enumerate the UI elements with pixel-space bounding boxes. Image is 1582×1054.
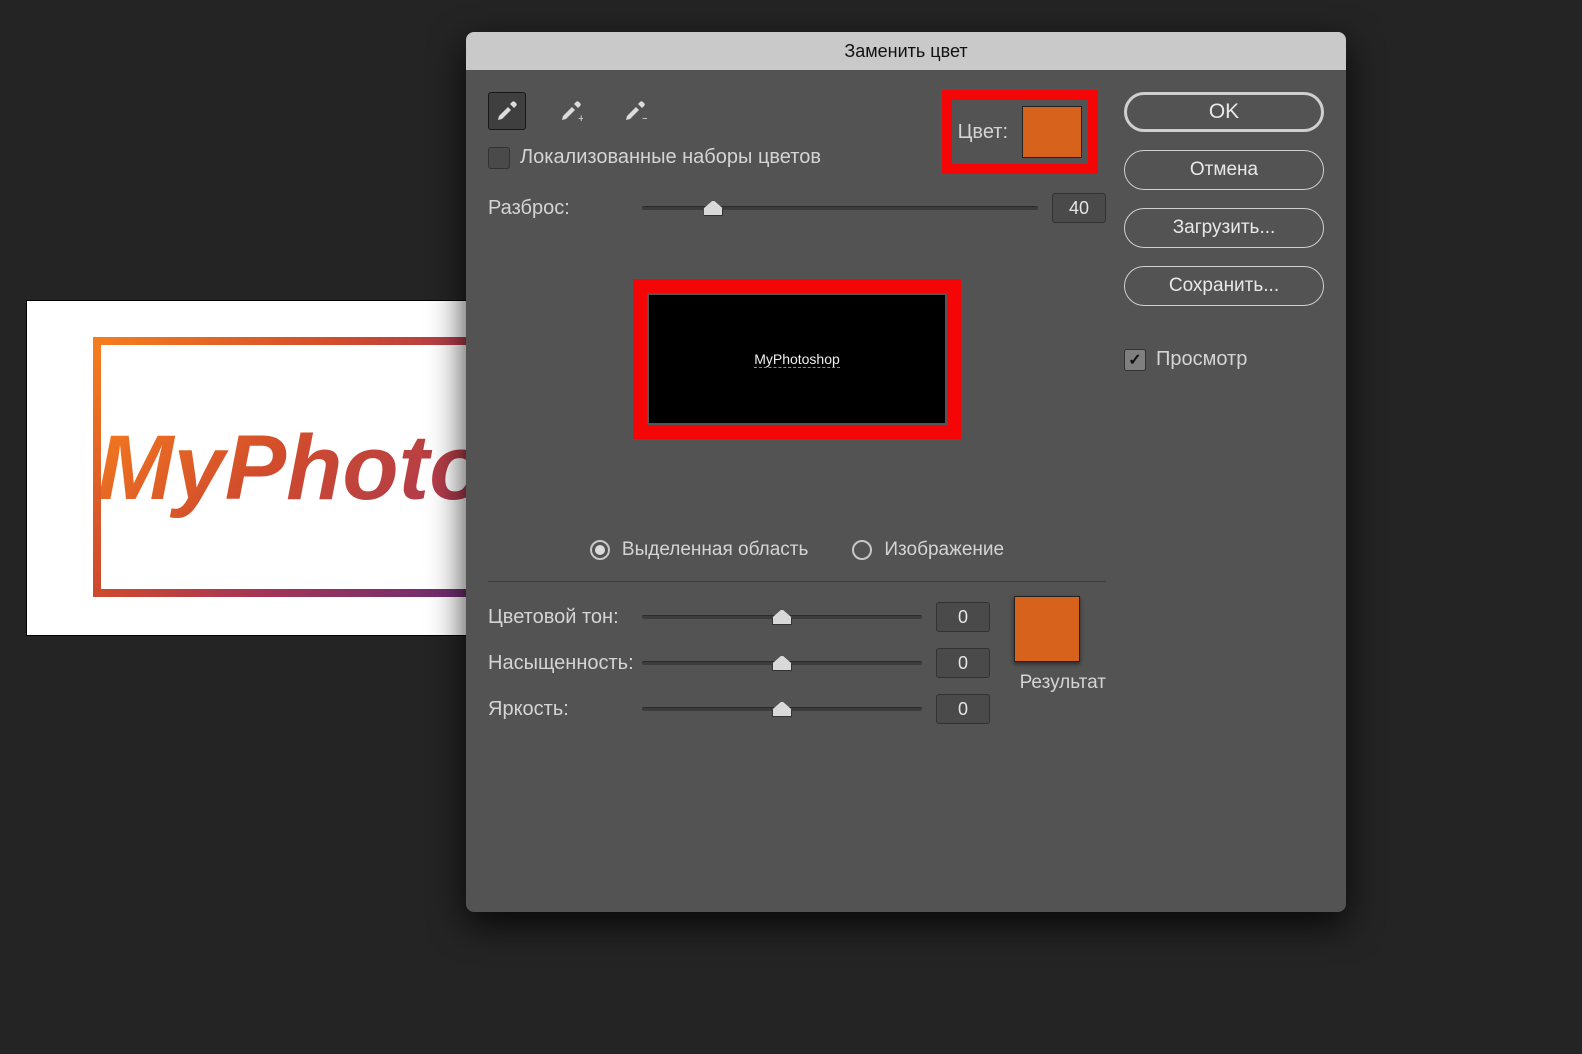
result-color-swatch[interactable] — [1014, 596, 1080, 662]
result-label: Результат — [1020, 672, 1106, 694]
hue-value[interactable] — [936, 602, 990, 632]
canvas-artwork-border — [93, 337, 480, 597]
saturation-value[interactable] — [936, 648, 990, 678]
view-mode-image-label: Изображение — [884, 539, 1004, 561]
radio-dot-icon — [590, 540, 610, 560]
lightness-value[interactable] — [936, 694, 990, 724]
lightness-label: Яркость: — [488, 698, 628, 721]
svg-text:−: − — [642, 113, 647, 123]
hue-label: Цветовой тон: — [488, 606, 628, 629]
source-color-label: Цвет: — [958, 121, 1008, 144]
fuzziness-slider[interactable] — [642, 196, 1038, 220]
annotation-highlight-preview: MyPhotoshop — [633, 279, 961, 439]
eyedropper-tool[interactable] — [488, 92, 526, 130]
dialog-title: Заменить цвет — [466, 32, 1346, 70]
cancel-button[interactable]: Отмена — [1124, 150, 1324, 190]
eyedropper-subtract-tool[interactable]: − — [616, 92, 654, 130]
save-button[interactable]: Сохранить... — [1124, 266, 1324, 306]
view-mode-selection-label: Выделенная область — [622, 539, 808, 561]
saturation-label: Насыщенность: — [488, 652, 628, 675]
ok-button[interactable]: OK — [1124, 92, 1324, 132]
selection-preview-content: MyPhotoshop — [754, 351, 840, 368]
fuzziness-label: Разброс: — [488, 197, 628, 220]
annotation-highlight-color: Цвет: — [942, 90, 1098, 174]
preview-checkbox[interactable] — [1124, 349, 1146, 371]
view-mode-selection-radio[interactable]: Выделенная область — [590, 539, 808, 561]
load-button[interactable]: Загрузить... — [1124, 208, 1324, 248]
localized-color-clusters-checkbox[interactable] — [488, 147, 510, 169]
svg-text:+: + — [578, 113, 583, 123]
selection-preview[interactable]: MyPhotoshop — [647, 293, 947, 425]
eyedropper-add-tool[interactable]: + — [552, 92, 590, 130]
source-color-swatch[interactable] — [1022, 106, 1082, 158]
replace-color-dialog: Заменить цвет + − Цвет: — [466, 32, 1346, 912]
hue-slider[interactable] — [642, 605, 922, 629]
preview-checkbox-label: Просмотр — [1156, 348, 1247, 371]
lightness-slider[interactable] — [642, 697, 922, 721]
radio-dot-icon — [852, 540, 872, 560]
canvas-document[interactable]: MyPhoto — [26, 300, 480, 636]
fuzziness-value[interactable] — [1052, 193, 1106, 223]
saturation-slider[interactable] — [642, 651, 922, 675]
view-mode-image-radio[interactable]: Изображение — [852, 539, 1004, 561]
localized-color-clusters-label: Локализованные наборы цветов — [520, 146, 821, 169]
